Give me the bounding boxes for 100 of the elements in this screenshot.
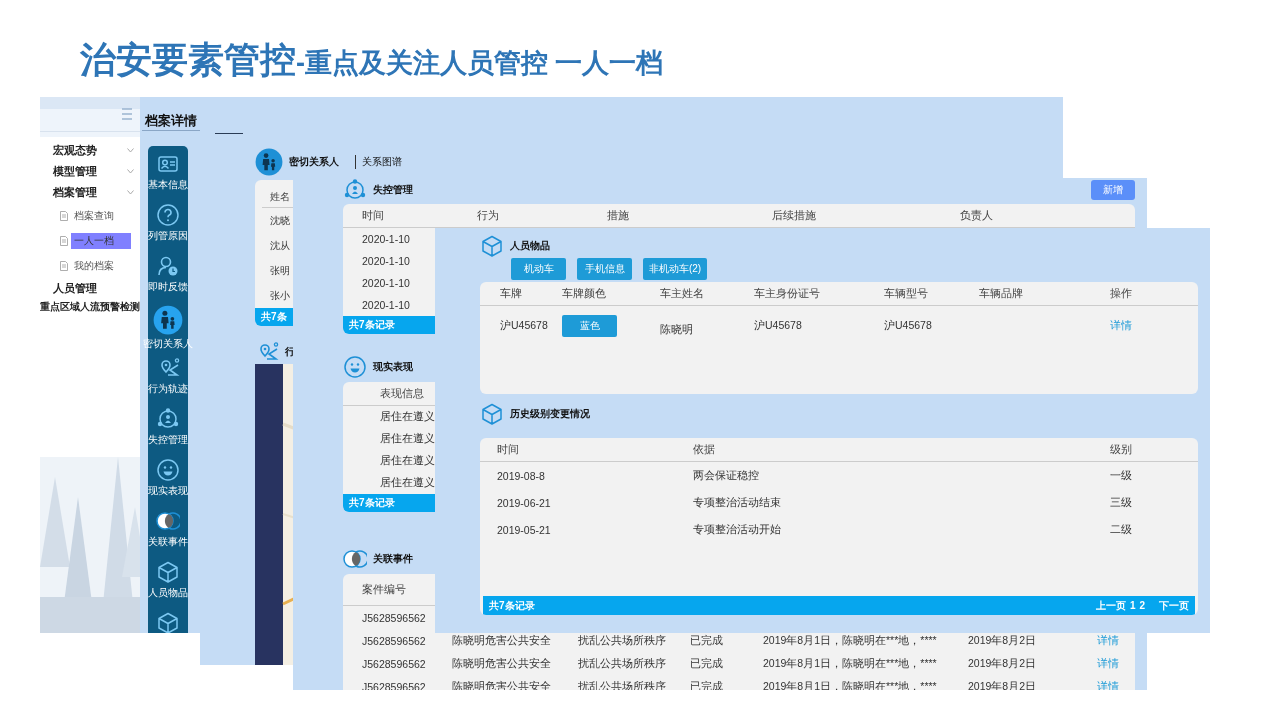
column-header: 车主姓名 [660,286,705,301]
table-cell-text: 三级 [1110,495,1133,510]
submenu-item[interactable]: 档案查询 [71,207,131,224]
column-header: 车牌颜色 [562,286,607,301]
chevron-icon [127,169,134,174]
nav-item[interactable]: 列管原因 [142,203,194,254]
column-header: 行为 [477,208,500,223]
menu-item[interactable]: 宏观态势 [40,140,140,161]
nav-item[interactable]: 人员物品 [142,560,194,611]
nav-item[interactable]: 失控管理 [142,407,194,458]
smiley-icon [156,458,180,482]
column-header: 车辆品牌 [979,286,1024,301]
menu-item[interactable]: 人员管理 [40,278,140,299]
column-header: 级别 [1110,442,1133,457]
table-cell-text: 二级 [1110,522,1133,537]
question-icon [156,203,180,227]
section-title: 历史级别变更情况 [510,407,590,421]
nav-item[interactable]: 行为轨迹 [142,356,194,407]
menu-icon [122,108,132,120]
nav-item[interactable]: 关联事件 [142,509,194,560]
table-cell-text: J5628596562 [362,657,427,670]
table-cell-text: 居住在遵义 [380,410,436,424]
section-title: 失控管理 [373,183,413,197]
table-cell-text: 两会保证稳控 [693,468,760,483]
nav-item[interactable]: 即时反馈 [142,254,194,305]
table-cell-text: 已完成 [690,633,724,648]
nav-item[interactable]: 基本信息 [142,152,194,203]
table-cell-text: 2019-08-8 [497,469,546,482]
column-header: 案件编号 [362,582,407,597]
table-cell: 张明 [270,263,290,278]
column-header: 后续措施 [772,208,817,223]
column-header: 车牌 [500,286,523,301]
overlap-circles-icon [343,547,367,571]
record-count: 共7条记录 [489,598,535,613]
column-header: 表现信息 [380,386,425,401]
table-cell-text: 专项整治活动开始 [693,522,782,537]
table-cell-text: 沪U45678 [754,319,803,333]
table-cell-text: 陈晓明 [660,322,694,337]
people-group-icon [156,407,180,431]
chevron-icon [127,190,134,195]
column-header: 措施 [607,208,630,223]
table-cell-text: 2019年8月1日，陈晓明在***地，**** [763,633,938,648]
slide-title: 治安要素管控 [80,38,296,82]
table-cell-text: 2020-1-10 [362,233,411,245]
column-header: 负责人 [960,208,994,223]
document-icon [60,210,68,221]
overlap-circles-icon [156,509,180,533]
column-header: 车主身份证号 [754,286,821,301]
document-icon [60,260,68,271]
table-cell-text: J5628596562 [362,634,427,647]
table-cell-text: 已完成 [690,656,724,671]
table-cell: 张小 [270,288,290,303]
table-cell-text: 2019-05-21 [497,523,552,536]
table-cell: 沈晓 [270,213,290,228]
table-cell-text: 2019-06-21 [497,496,552,509]
table-cell-text: 2019年8月2日 [968,656,1038,671]
cube-icon [156,560,180,584]
column-header: 依据 [693,442,716,457]
smiley-icon [343,355,367,379]
table-cell-text: J5628596562 [362,611,427,624]
table-cell-text: 居住在遵义 [380,432,436,446]
family-icon [153,305,183,335]
menu-item[interactable]: 重点区域人流预警检测 [40,299,140,314]
family-icon [255,148,283,176]
table-cell-text: 已完成 [690,679,724,690]
table-cell-text: 专项整治活动结束 [693,495,782,510]
table-cell-text: 沪U45678 [500,319,549,333]
nav-item[interactable]: 现实表现 [142,458,194,509]
graph-tab[interactable]: 关系图谱 [362,155,402,169]
section-title: 现实表现 [373,360,413,374]
table-cell-text: 扰乱公共场所秩序 [578,633,667,648]
slide-subtitle: -重点及关注人员管控 一人一档 [296,47,664,80]
table-cell-text: 2020-1-10 [362,255,411,267]
cube-icon [156,611,180,633]
column-header: 操作 [1110,286,1133,301]
table-cell-text: 居住在遵义 [380,476,436,490]
table-cell-text: 沪U45678 [884,319,933,333]
people-group-icon [343,178,367,202]
menu-item[interactable]: 档案管理 [40,182,140,203]
table-cell-text: 2019年8月2日 [968,633,1038,648]
cube-icon [480,234,504,258]
record-count: 共7条记录 [349,496,395,510]
table-cell-text: 扰乱公共场所秩序 [578,656,667,671]
table-cell-text: J5628596562 [362,680,427,690]
submenu-item[interactable]: 我的档案 [71,257,131,274]
column-header: 车辆型号 [884,286,929,301]
column-header: 时间 [497,442,520,457]
table-cell: 沈从 [270,238,290,253]
chevron-icon [127,148,134,153]
column-header: 时间 [362,208,385,223]
record-count: 共7条 [261,310,287,324]
menu-item[interactable]: 模型管理 [40,161,140,182]
table-cell-text: 居住在遵义 [380,454,436,468]
nav-item[interactable]: 密切关系人 [142,305,194,356]
section-title: 关联事件 [373,552,413,566]
table-cell-text: 2020-1-10 [362,277,411,289]
table-cell-text: 陈晓明危害公共安全 [452,656,552,671]
section-title: 密切关系人 [289,155,339,169]
table-cell-text: 2019年8月2日 [968,679,1038,690]
document-icon [60,235,68,246]
